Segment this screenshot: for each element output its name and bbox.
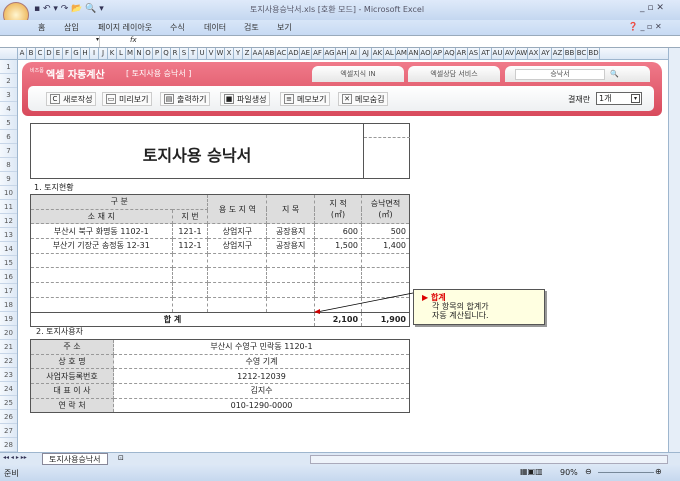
memo-line: 자동 계산됩니다. [432,311,489,320]
memo-line: 각 항목의 합계가 [432,302,489,311]
memo-title: ▶ 합계 [422,293,446,302]
sheet-tabs-bar: ◂◂ ◂ ▸ ▸▸ 토지사용승낙서 ⊡ [0,452,680,465]
status-ready: 준비 [4,469,19,478]
horizontal-scrollbar[interactable] [310,455,668,464]
sheet-nav-buttons[interactable]: ◂◂ ◂ ▸ ▸▸ [3,454,27,461]
zoom-level[interactable]: 90% [560,468,578,477]
view-buttons[interactable]: ▦▣▥ [520,467,543,476]
memo-note[interactable]: ▶ 합계 각 항목의 합계가 자동 계산됩니다. [413,289,545,325]
sheet-tab[interactable]: 토지사용승낙서 [42,453,108,465]
insert-sheet-icon[interactable]: ⊡ [118,454,124,462]
status-bar: 준비 ▦▣▥ 90% ⊖ ⊕ [0,465,680,481]
zoom-slider[interactable] [598,472,654,473]
zoom-out-icon[interactable]: ⊖ [585,467,592,476]
memo-title-text: 합계 [430,293,446,302]
memo-arrow [314,292,414,314]
zoom-in-icon[interactable]: ⊕ [655,467,662,476]
